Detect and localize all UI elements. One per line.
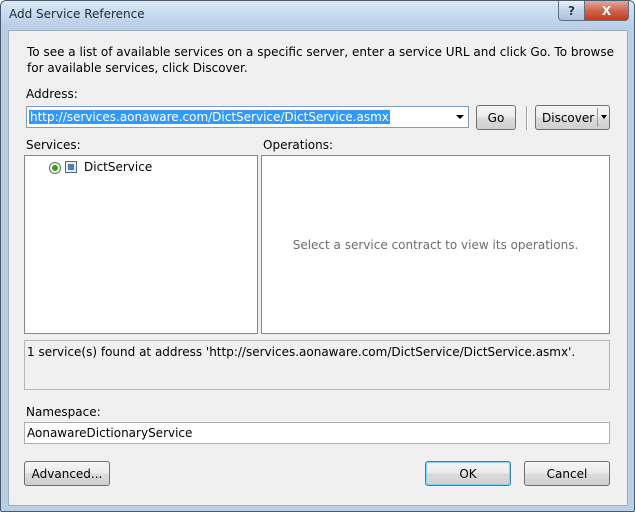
services-label: Services: [26,138,81,152]
operations-list[interactable]: Select a service contract to view its op… [261,155,610,334]
chevron-down-icon[interactable] [456,115,464,119]
cancel-button[interactable]: Cancel [524,461,610,486]
service-name: DictService [84,160,153,174]
address-label: Address: [26,87,78,101]
status-text: 1 service(s) found at address 'http://se… [27,345,576,359]
instructions-text: To see a list of available services on a… [27,45,615,75]
title-bar[interactable]: Add Service Reference ? X [1,1,634,29]
close-button[interactable]: X [584,1,629,21]
operations-empty-message: Select a service contract to view its op… [292,238,579,252]
toolbar-separator [526,106,528,130]
address-combobox[interactable]: http://services.aonaware.com/DictService… [26,106,469,128]
dialog-body: To see a list of available services on a… [8,30,628,506]
services-tree[interactable]: DictService [24,155,258,334]
operations-label: Operations: [263,138,334,152]
discover-split-button[interactable]: Discover [535,105,610,130]
tree-item-dictservice[interactable]: DictService [25,156,257,178]
service-icon [65,161,77,173]
help-button[interactable]: ? [558,1,585,21]
split-divider [597,108,598,127]
go-button[interactable]: Go [476,105,516,130]
address-input-value[interactable]: http://services.aonaware.com/DictService… [29,110,390,124]
discover-button-label: Discover [542,110,595,125]
window-title: Add Service Reference [9,7,145,21]
chevron-down-icon[interactable] [601,115,607,119]
expand-circle-icon[interactable] [49,162,61,174]
advanced-button[interactable]: Advanced... [24,461,110,486]
ok-button[interactable]: OK [425,461,511,486]
namespace-input[interactable]: AonawareDictionaryService [24,422,610,444]
status-panel: 1 service(s) found at address 'http://se… [24,340,610,390]
namespace-label: Namespace: [26,405,101,419]
add-service-reference-dialog: Add Service Reference ? X To see a list … [0,0,635,512]
